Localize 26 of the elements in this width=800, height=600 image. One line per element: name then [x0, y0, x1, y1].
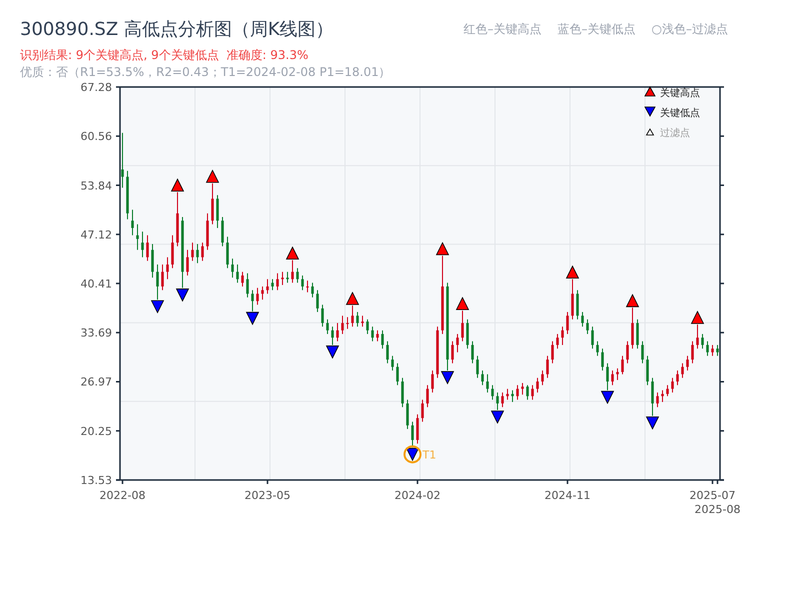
- x-tick-label: 2025-07: [690, 489, 736, 502]
- x-tick-label: 2024-11: [544, 489, 590, 502]
- legend-label: 过滤点: [660, 128, 690, 139]
- legend-label: 蓝色–关键低点: [558, 21, 636, 36]
- x-tick-label: 2024-02: [394, 489, 440, 502]
- quality-summary: 优质：否（R1=53.5%，R2=0.43；T1=2024-02-08 P1=18.01）: [20, 64, 391, 80]
- y-tick-label: 47.12: [80, 228, 112, 242]
- result-summary: 识别结果: 9个关键高点, 9个关键低点 准确度: 93.3%: [20, 47, 310, 64]
- legend-label: 关键高点: [660, 88, 700, 99]
- y-tick-label: 40.41: [80, 277, 112, 290]
- y-tick-label: 20.25: [80, 424, 112, 438]
- legend-label: 红色–关键高点: [464, 21, 542, 36]
- x-tick-label: 2022-08: [100, 489, 146, 502]
- y-tick-label: 53.84: [80, 179, 112, 192]
- y-tick-label: 67.28: [80, 81, 112, 94]
- legend-label: 关键低点: [660, 108, 700, 119]
- legend-label: ○浅色–过滤点: [652, 21, 728, 36]
- x-tick-label: 2025-08: [694, 503, 740, 516]
- chart-title: 300890.SZ 高低点分析图（周K线图）: [20, 18, 335, 42]
- y-tick-label: 60.56: [80, 130, 112, 144]
- y-tick-label: 26.97: [80, 376, 112, 389]
- legend-marker-icon: [646, 128, 654, 136]
- x-tick-label: 2023-05: [244, 489, 290, 502]
- y-tick-label: 13.53: [80, 474, 112, 487]
- y-tick-label: 33.69: [80, 326, 112, 340]
- annotation-label: T1: [422, 448, 436, 462]
